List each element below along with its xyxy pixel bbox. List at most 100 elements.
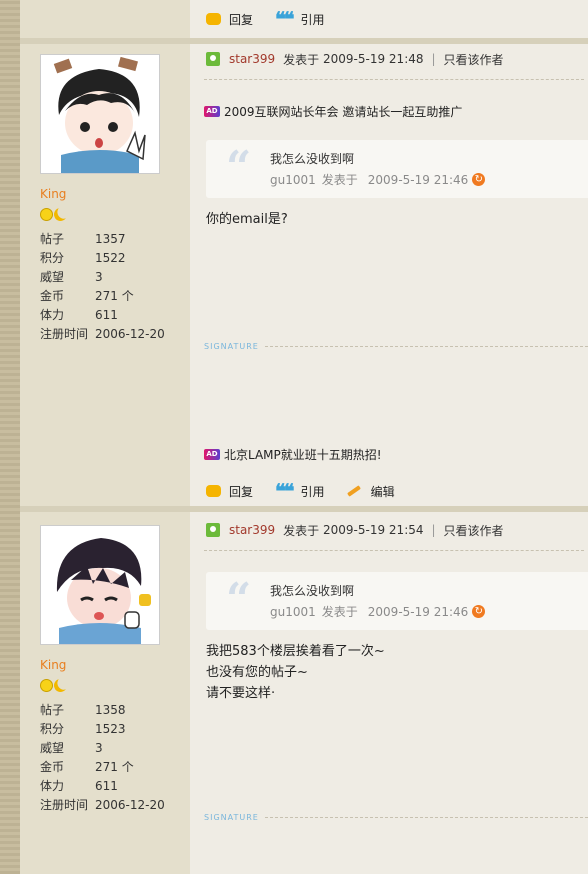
user-stat-row: 体力 611 xyxy=(40,777,165,796)
post-author[interactable]: star399 xyxy=(229,523,275,537)
user-stat-row: 威望 3 xyxy=(40,268,165,287)
quote-icon: ❝❝ xyxy=(275,7,294,31)
moon-medal-icon xyxy=(52,206,69,223)
avatar[interactable] xyxy=(40,525,160,645)
post-header: star399 发表于 2009-5-19 21:54 | 只看该作者 xyxy=(206,520,504,540)
stat-value: 1357 xyxy=(95,232,126,246)
page-border-strip xyxy=(0,0,20,874)
user-stat-row: 体力 611 xyxy=(40,306,165,325)
quote-button[interactable]: ❝❝ 引用 xyxy=(275,7,325,31)
quote-block: “ 我怎么没收到啊 gu1001 发表于 2009-5-19 21:46 ↻ xyxy=(206,140,588,198)
stat-label: 积分 xyxy=(40,251,65,265)
user-stat-row: 帖子 1358 xyxy=(40,701,165,720)
edit-button[interactable]: 编辑 xyxy=(346,483,395,500)
message-line: 也没有您的帖子~ xyxy=(206,665,308,680)
posted-label: 发表于 xyxy=(283,52,320,67)
quote-meta: gu1001 发表于 2009-5-19 21:46 ↻ xyxy=(270,171,486,188)
username[interactable]: King xyxy=(40,658,66,672)
post-header: star399 发表于 2009-5-19 21:48 | 只看该作者 xyxy=(206,49,504,69)
quote-mark-icon: “ xyxy=(226,142,252,193)
user-stat-row: 威望 3 xyxy=(40,739,165,758)
message-line: 请不要这样· xyxy=(206,686,276,701)
quote-mark-icon: “ xyxy=(226,574,252,625)
reply-button[interactable]: 回复 xyxy=(206,483,253,500)
user-stat-row: 积分 1523 xyxy=(40,720,165,739)
post-message: 我把583个楼层挨着看了一次~ 也没有您的帖子~ 请不要这样· xyxy=(206,641,385,704)
prev-post-actions: 回复 ❝❝ 引用 xyxy=(206,9,347,29)
divider: | xyxy=(431,523,436,537)
post-author[interactable]: star399 xyxy=(229,52,275,66)
stat-value: 3 xyxy=(95,270,103,284)
stat-label: 体力 xyxy=(40,779,65,793)
stat-label: 帖子 xyxy=(40,232,65,246)
user-stat-row: 金币 271 个 xyxy=(40,758,165,777)
ad-link[interactable]: AD 2009互联网站长年会 邀请站长一起互助推广 xyxy=(204,103,462,120)
post-actions: 回复 ❝❝ 引用 编辑 xyxy=(206,481,417,501)
goto-quoted-post-icon[interactable]: ↻ xyxy=(472,173,486,186)
username[interactable]: King xyxy=(40,187,66,201)
stat-label: 威望 xyxy=(40,741,65,755)
user-stat-row: 积分 1522 xyxy=(40,249,165,268)
divider: | xyxy=(431,52,436,66)
posted-label: 发表于 xyxy=(283,523,320,538)
user-stat-row: 帖子 1357 xyxy=(40,230,165,249)
user-stats: 帖子 1358 积分 1523 威望 3 金币 271 个体力 611 注册时间 2006-12-2… xyxy=(40,701,165,815)
stat-value: 1523 xyxy=(95,722,126,736)
medals xyxy=(40,208,67,221)
prev-post-sidebar xyxy=(20,0,190,38)
ad-link[interactable]: AD 北京LAMP就业班十五期热招! xyxy=(204,446,382,463)
divider xyxy=(204,79,584,80)
stat-value: 611 xyxy=(95,308,118,322)
user-icon xyxy=(206,523,220,537)
user-icon xyxy=(206,52,220,66)
message-line: 你的email是? xyxy=(206,212,288,227)
divider xyxy=(204,550,584,551)
post2-user-panel: King 帖子 1358 积分 1523 威望 3 金币 271 个体力 611 注册时间 2006… xyxy=(20,512,190,874)
stat-value: 1358 xyxy=(95,703,126,717)
stat-value: 271 个 xyxy=(95,760,134,774)
ad-icon: AD xyxy=(204,449,220,460)
quote-block: “ 我怎么没收到啊 gu1001 发表于 2009-5-19 21:46 ↻ xyxy=(206,572,588,630)
ad-icon: AD xyxy=(204,106,220,117)
stat-label: 体力 xyxy=(40,308,65,322)
only-author-link[interactable]: 只看该作者 xyxy=(444,51,504,68)
smiley-medal-icon xyxy=(40,208,53,221)
post-time: 2009-5-19 21:48 xyxy=(323,52,424,66)
stat-value: 611 xyxy=(95,779,118,793)
post-message: 你的email是? xyxy=(206,209,288,230)
user-stat-row: 注册时间 2006-12-20 xyxy=(40,796,165,815)
quote-text: 我怎么没收到啊 xyxy=(270,584,355,598)
quote-button[interactable]: ❝❝ 引用 xyxy=(275,479,325,503)
quote-icon: ❝❝ xyxy=(275,479,294,503)
post-time: 2009-5-19 21:54 xyxy=(323,523,424,537)
medals xyxy=(40,679,67,692)
stat-label: 积分 xyxy=(40,722,65,736)
stat-label: 注册时间 xyxy=(40,327,89,341)
goto-quoted-post-icon[interactable]: ↻ xyxy=(472,605,486,618)
only-author-link[interactable]: 只看该作者 xyxy=(444,522,504,539)
stat-value: 271 个 xyxy=(95,289,134,303)
quote-text: 我怎么没收到啊 xyxy=(270,152,355,166)
reply-icon xyxy=(206,485,221,497)
stat-value: 2006-12-20 xyxy=(95,327,165,341)
smiley-medal-icon xyxy=(40,679,53,692)
signature-divider: SIGNATURE xyxy=(204,812,588,822)
reply-button[interactable]: 回复 xyxy=(206,11,253,28)
stat-value: 3 xyxy=(95,741,103,755)
stat-label: 金币 xyxy=(40,760,65,774)
stat-label: 帖子 xyxy=(40,703,65,717)
stat-value: 1522 xyxy=(95,251,126,265)
post2-content: star399 发表于 2009-5-19 21:54 | 只看该作者 “ 我怎… xyxy=(190,512,588,874)
post1-user-panel: King 帖子 1357 积分 1522 威望 3 金币 271 个体力 611 注册时间 2006… xyxy=(20,44,190,506)
post1-content: star399 发表于 2009-5-19 21:48 | 只看该作者 AD 2… xyxy=(190,44,588,506)
stat-value: 2006-12-20 xyxy=(95,798,165,812)
stat-label: 威望 xyxy=(40,270,65,284)
reply-icon xyxy=(206,13,221,25)
user-stat-row: 金币 271 个 xyxy=(40,287,165,306)
avatar[interactable] xyxy=(40,54,160,174)
user-stat-row: 注册时间 2006-12-20 xyxy=(40,325,165,344)
quote-meta: gu1001 发表于 2009-5-19 21:46 ↻ xyxy=(270,603,486,620)
pencil-icon xyxy=(346,485,361,497)
stat-label: 金币 xyxy=(40,289,65,303)
stat-label: 注册时间 xyxy=(40,798,89,812)
